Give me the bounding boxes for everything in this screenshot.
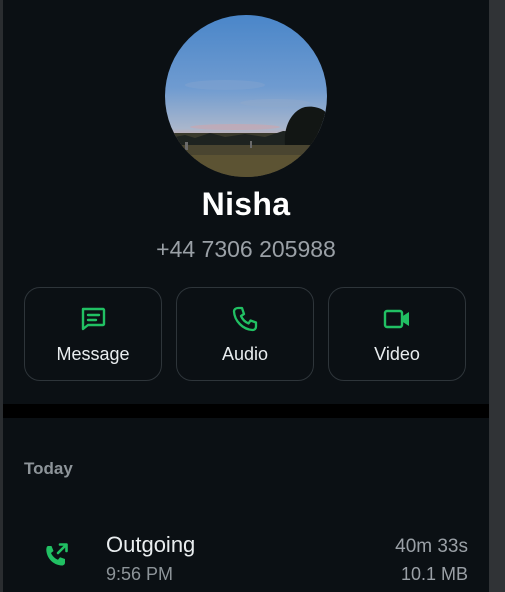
call-type: Outgoing [106,532,196,557]
message-button[interactable]: Message [24,287,162,381]
message-button-label: Message [56,344,130,364]
contact-info-screen: Nisha +44 7306 205988 Message Audio Vide… [3,0,489,592]
call-log-entry[interactable]: Outgoing 9:56 PM 40m 33s 10.1 MB [3,528,489,592]
phone-icon [177,304,313,334]
call-log-section-title: Today [24,459,73,478]
audio-call-button[interactable]: Audio [176,287,314,381]
section-divider [3,404,489,418]
message-icon [25,304,161,334]
video-call-button[interactable]: Video [328,287,466,381]
audio-button-label: Audio [221,344,269,364]
avatar-photo [165,15,327,177]
call-duration: 40m 33s [395,536,468,557]
call-data-size: 10.1 MB [400,564,468,584]
contact-phone-number[interactable]: +44 7306 205988 [3,236,489,263]
video-button-label: Video [374,344,420,364]
outgoing-call-icon [41,540,71,570]
screen-edge [489,0,505,592]
contact-name: Nisha [201,186,291,222]
contact-avatar[interactable] [165,15,327,177]
video-camera-icon [329,304,465,334]
call-time: 9:56 PM [106,564,174,584]
